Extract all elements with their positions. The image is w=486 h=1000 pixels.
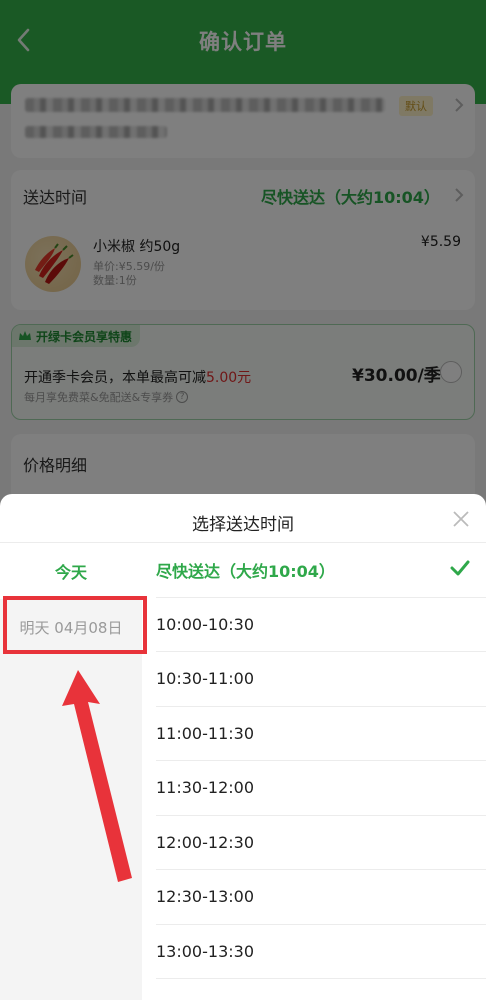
time-slot[interactable]: 12:30-13:00 — [156, 870, 486, 925]
time-slot-list: 尽快送达（大约10:04） 10:00-10:30 10:30-11:00 11… — [142, 543, 486, 1000]
time-slot[interactable]: 10:30-11:00 — [156, 652, 486, 707]
time-slot-label: 12:00-12:30 — [156, 832, 254, 852]
time-slot-asap[interactable]: 尽快送达（大约10:04） — [156, 543, 486, 598]
time-slot-label: 10:00-10:30 — [156, 614, 254, 634]
annotation-highlight-box — [3, 596, 147, 654]
time-slot-label: 10:30-11:00 — [156, 669, 254, 689]
time-slot[interactable]: 10:00-10:30 — [156, 598, 486, 652]
time-slot[interactable]: 11:00-11:30 — [156, 707, 486, 761]
close-icon[interactable] — [452, 510, 470, 528]
time-slot-label: 尽快送达（大约10:04） — [156, 561, 335, 581]
time-slot-label: 11:00-11:30 — [156, 723, 254, 743]
check-icon — [450, 560, 470, 576]
time-slot[interactable]: 13:00-13:30 — [156, 925, 486, 979]
time-slot-label: 11:30-12:00 — [156, 778, 254, 798]
time-slot-label: 12:30-13:00 — [156, 887, 254, 907]
sheet-title: 选择送达时间 — [192, 515, 294, 535]
time-slot[interactable]: 12:00-12:30 — [156, 816, 486, 870]
time-slot-label: 13:00-13:30 — [156, 941, 254, 961]
time-slot[interactable]: 11:30-12:00 — [156, 761, 486, 816]
annotation-arrow — [62, 670, 132, 882]
day-item-today[interactable]: 今天 — [0, 543, 142, 599]
